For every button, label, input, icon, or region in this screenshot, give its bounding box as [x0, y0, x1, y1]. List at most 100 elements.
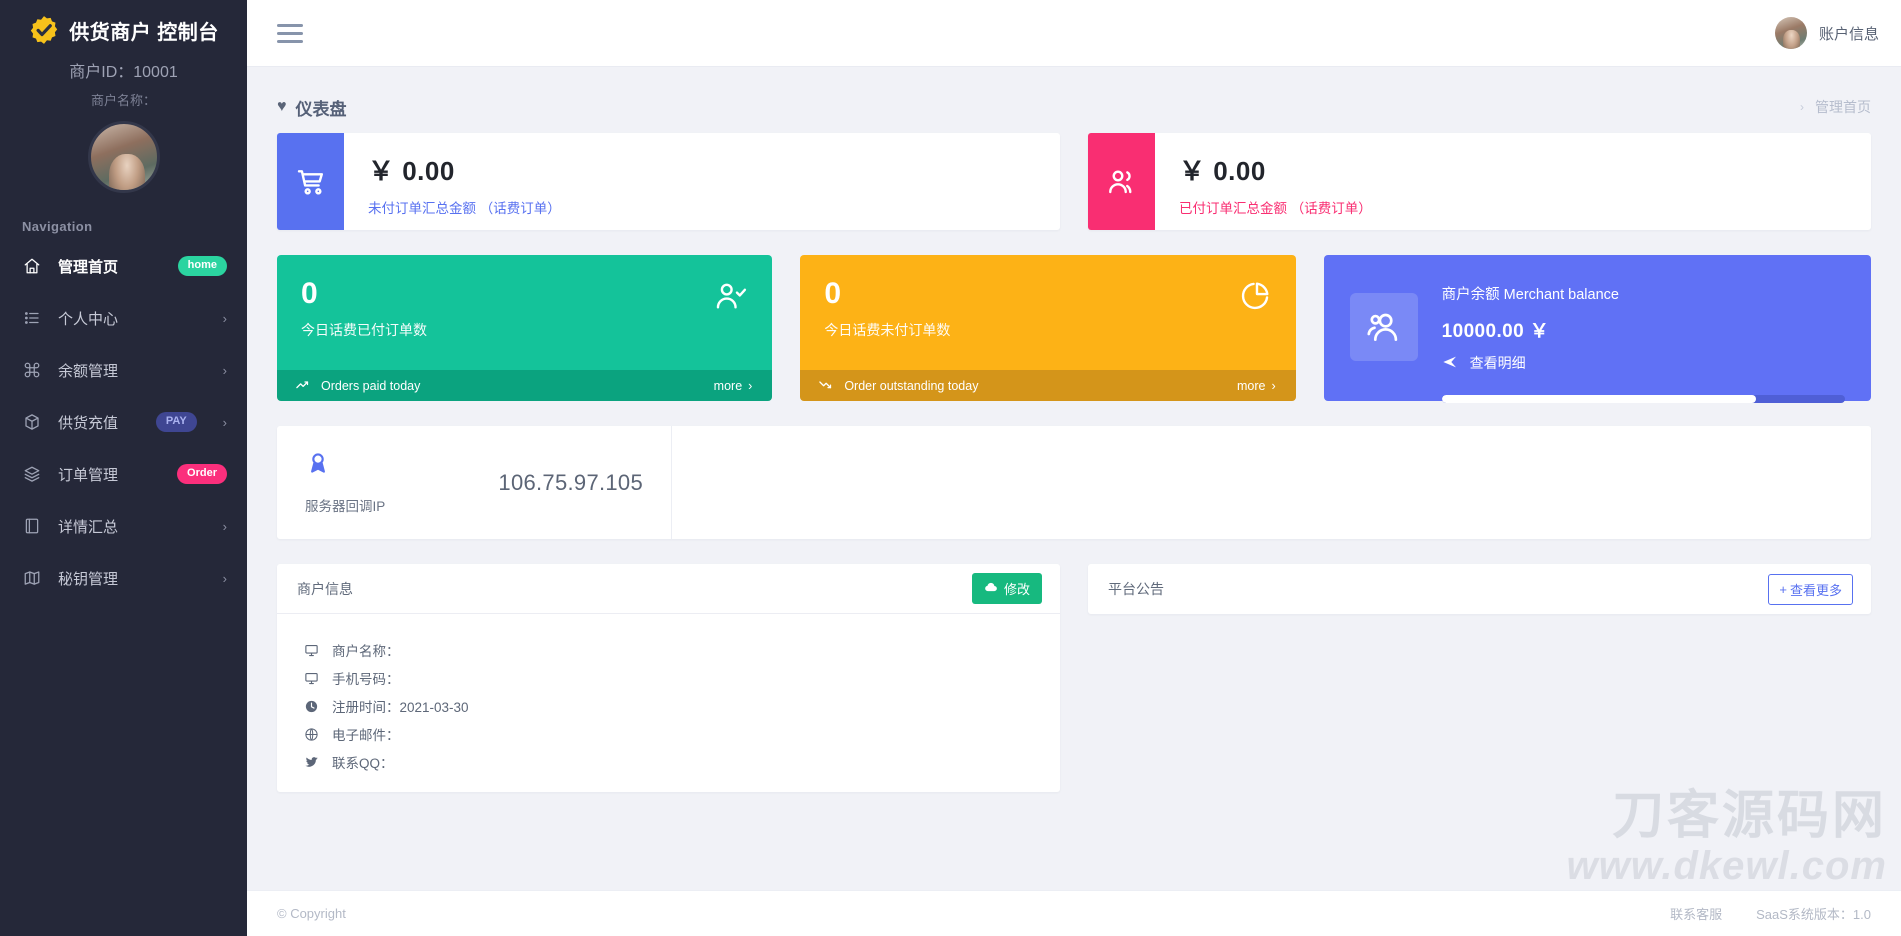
sidebar-item-details[interactable]: 详情汇总 › [0, 500, 247, 552]
support-link[interactable]: 联系客服 [1670, 904, 1722, 923]
stat-label: 今日话费未付订单数 [824, 322, 951, 338]
home-icon [22, 256, 42, 276]
users-icon [1088, 133, 1155, 230]
balance-amount: 10000.00 ￥ [1441, 321, 1550, 342]
stat-foot-label: Order outstanding today [844, 378, 979, 393]
list-icon [22, 308, 42, 328]
watermark-line1: 刀客源码网 [1611, 787, 1887, 845]
stat-card-paid-today: 0 今日话费已付订单数 Orders paid today more › [277, 255, 773, 401]
stat-card-row: 0 今日话费已付订单数 Orders paid today more › 0 今… [277, 255, 1871, 403]
brand-title: 供货商户 控制台 [69, 21, 219, 44]
server-ip-card: 服务器回调IP 106.75.97.105 [277, 426, 1871, 539]
stat-number: 0 [301, 277, 318, 310]
stat-foot-label: Orders paid today [321, 378, 421, 393]
panel-title: 商户信息 [297, 580, 353, 597]
box-icon [22, 412, 42, 432]
merchant-info-panel: 商户信息 修改 商户名称： 手机号码： 注册时间：2021-03-30 电子邮件… [277, 564, 1060, 792]
money-card-body: ￥ 0.00 未付订单汇总金额 （话费订单） [344, 133, 1060, 230]
monitor-icon [303, 671, 320, 686]
view-more-label: 查看更多 [1789, 582, 1842, 598]
topbar: 账户信息 [247, 0, 1901, 67]
panel-title: 平台公告 [1108, 581, 1164, 597]
money-card-unpaid: ￥ 0.00 未付订单汇总金额 （话费订单） [277, 133, 1060, 230]
pie-chart-icon [1238, 279, 1272, 318]
trend-up-icon [295, 377, 310, 395]
sidebar-nav: 管理首页 home 个人中心 › 余额管理 › 供货充值 PAY › 订单管理 … [0, 240, 247, 604]
stat-card-text: 0 今日话费已付订单数 [301, 279, 427, 340]
stat-foot-left: Order outstanding today [818, 377, 978, 395]
stat-more-link[interactable]: more › [714, 379, 753, 393]
watermark: 刀客源码网 www.dkewl.com [1567, 790, 1887, 888]
money-card-row: ￥ 0.00 未付订单汇总金额 （话费订单） ￥ 0.00 已付订单汇总金额 （… [277, 133, 1871, 230]
avatar [87, 121, 160, 193]
info-row-text: 注册时间：2021-03-30 [332, 700, 469, 715]
stat-card-top: 0 今日话费已付订单数 [277, 255, 773, 370]
chevron-right-icon: › [222, 414, 227, 430]
server-ip-label: 服务器回调IP [305, 498, 386, 514]
merchant-name: 商户名称： [90, 93, 156, 108]
command-icon [22, 360, 42, 380]
money-card-body: ￥ 0.00 已付订单汇总金额 （话费订单） [1155, 133, 1871, 230]
check-badge-icon [28, 14, 60, 46]
footer-links: 联系客服 SaaS系统版本：1.0 [1670, 904, 1871, 923]
money-amount: ￥ 0.00 [1179, 156, 1266, 186]
cloud-icon [984, 580, 998, 597]
chevron-right-icon: › [222, 570, 227, 586]
version-text: SaaS系统版本：1.0 [1756, 907, 1871, 922]
stat-more-label: more [713, 378, 743, 393]
stat-number: 0 [824, 277, 842, 310]
sidebar-item-label: 订单管理 [58, 466, 119, 484]
send-icon [1442, 354, 1458, 373]
hamburger-icon[interactable] [277, 23, 303, 43]
app-root: 供货商户 控制台 商户ID：10001 商户名称： Navigation 管理首… [0, 0, 1901, 936]
money-label: 未付订单汇总金额 （话费订单） [368, 201, 561, 216]
sidebar-item-orders[interactable]: 订单管理 Order [0, 448, 247, 500]
stat-card-text: 0 今日话费未付订单数 [824, 279, 950, 340]
sidebar-item-label: 余额管理 [58, 362, 119, 380]
breadcrumb-current[interactable]: 管理首页 [1815, 97, 1871, 117]
balance-link-label: 查看明细 [1469, 355, 1526, 371]
stat-more-link[interactable]: more › [1237, 379, 1276, 393]
page-title: ♥ 仪表盘 [277, 95, 347, 120]
stat-card-footer: Order outstanding today more › [800, 370, 1296, 401]
balance-detail-link[interactable]: 查看明细 [1442, 353, 1845, 373]
sidebar-badge-pay: PAY [155, 412, 197, 432]
chevron-right-icon: › [222, 518, 227, 534]
sidebar-item-personal-center[interactable]: 个人中心 › [0, 292, 247, 344]
stat-label: 今日话费已付订单数 [301, 322, 427, 338]
sidebar-item-dashboard[interactable]: 管理首页 home [0, 240, 247, 292]
chevron-right-icon: › [222, 310, 227, 326]
sidebar-item-recharge[interactable]: 供货充值 PAY › [0, 396, 247, 448]
brand[interactable]: 供货商户 控制台 [0, 0, 247, 52]
chevron-right-icon: › [748, 378, 753, 393]
monitor-icon [303, 643, 320, 658]
page-head: ♥ 仪表盘 › 管理首页 [277, 81, 1871, 133]
panel-header: 平台公告 + 查看更多 [1088, 564, 1871, 614]
view-more-button[interactable]: + 查看更多 [1768, 573, 1853, 605]
content: ♥ 仪表盘 › 管理首页 ￥ 0.00 未付订单汇总金额 （话费订单） ￥ 0.… [247, 67, 1901, 890]
panel-row: 商户信息 修改 商户名称： 手机号码： 注册时间：2021-03-30 电子邮件… [277, 564, 1871, 792]
account-label: 账户信息 [1818, 25, 1879, 43]
edit-button[interactable]: 修改 [971, 573, 1042, 604]
sidebar-item-keys[interactable]: 秘钥管理 › [0, 552, 247, 604]
info-row-qq: 联系QQ： [303, 748, 1034, 776]
info-row-text: 联系QQ： [332, 756, 394, 771]
server-ip-left: 服务器回调IP [305, 451, 385, 515]
sidebar: 供货商户 控制台 商户ID：10001 商户名称： Navigation 管理首… [0, 0, 247, 936]
balance-title: 商户余额 Merchant balance [1441, 287, 1619, 303]
sidebar-item-balance[interactable]: 余额管理 › [0, 344, 247, 396]
users-group-icon [1349, 293, 1418, 361]
stat-more-label: more [1237, 378, 1266, 393]
panel-body: 商户名称： 手机号码： 注册时间：2021-03-30 电子邮件： 联系QQ： [277, 614, 1060, 802]
award-icon [305, 451, 385, 482]
balance-card-body: 商户余额 Merchant balance 10000.00 ￥ 查看明细 [1441, 275, 1845, 403]
watermark-line2: www.dkewl.com [1566, 844, 1887, 888]
info-row-phone: 手机号码： [303, 664, 1034, 692]
account-menu[interactable]: 账户信息 [1774, 17, 1879, 49]
copyright-text: © Copyright [277, 906, 346, 921]
info-row-email: 电子邮件： [303, 720, 1034, 748]
user-check-icon [714, 279, 748, 318]
info-row-text: 商户名称： [332, 644, 400, 659]
panel-header: 商户信息 修改 [277, 564, 1060, 614]
balance-progress-fill [1441, 395, 1757, 403]
